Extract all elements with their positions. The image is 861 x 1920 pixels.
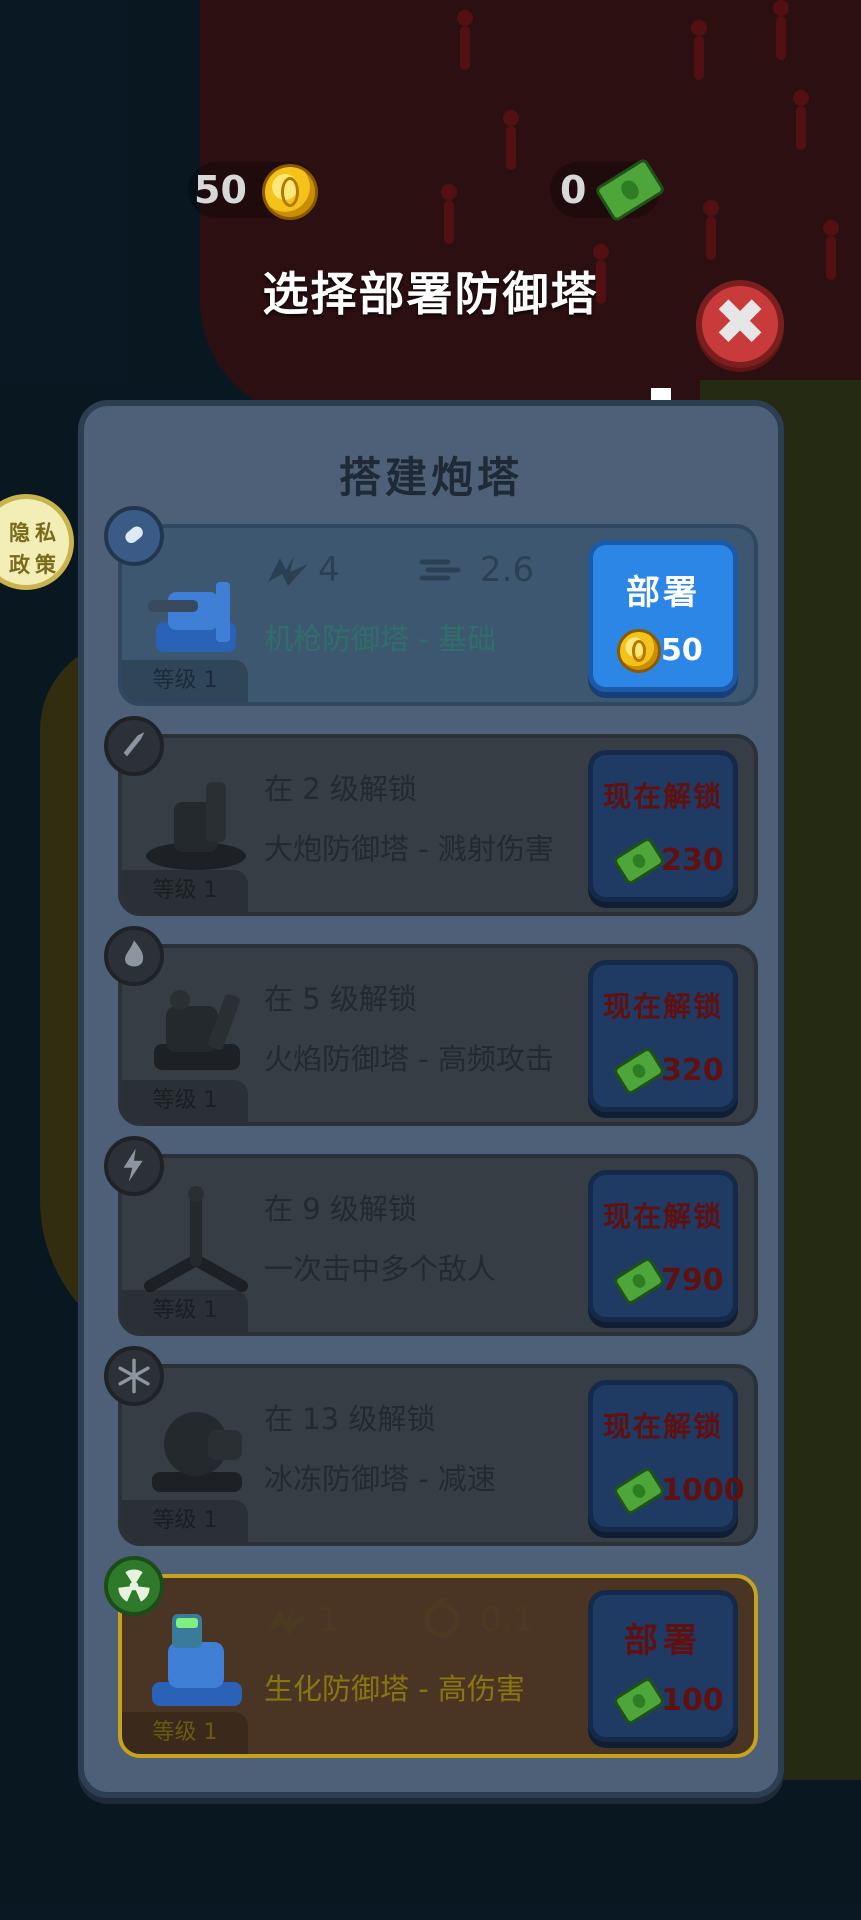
stopwatch-icon (424, 1598, 460, 1638)
deploy-price: 100 (661, 1683, 724, 1718)
machine-gun-turret-icon (148, 582, 236, 652)
unlock-label: 现在解锁 (602, 780, 723, 813)
unlock-price: 320 (661, 1053, 724, 1088)
unlock-label: 现在解锁 (602, 1200, 723, 1233)
coin-icon (617, 629, 661, 673)
unlock-label: 现在解锁 (602, 1410, 723, 1443)
unlock-requirement: 在 9 级解锁 (264, 1192, 417, 1226)
tower-name: 机枪防御塔 - 基础 (264, 622, 496, 656)
unlock-now-button[interactable]: 现在解锁 320 (588, 960, 738, 1112)
tower-card-flame: 等级 1 在 5 级解锁 火焰防御塔 - 高频攻击 现在解锁 320 (104, 926, 758, 1126)
cash-icon (611, 1255, 667, 1307)
close-icon: ✖ (713, 286, 767, 360)
tower-card-tesla: 等级 1 在 9 级解锁 一次击中多个敌人 现在解锁 790 (104, 1136, 758, 1336)
unlock-requirement: 在 13 级解锁 (264, 1402, 436, 1436)
unlock-now-button[interactable]: 现在解锁 230 (588, 750, 738, 902)
unlock-price: 1000 (661, 1473, 745, 1508)
bio-turret-icon (152, 1614, 242, 1706)
tower-level: 等级 1 (122, 870, 248, 912)
tower-name: 冰冻防御塔 - 减速 (264, 1462, 496, 1496)
deploy-label: 部署 (626, 573, 700, 613)
cash-count: 0 (560, 168, 587, 212)
close-button[interactable]: ✖ (696, 280, 784, 368)
unlock-price: 230 (661, 843, 724, 878)
deploy-button[interactable]: 部署 50 (588, 540, 738, 692)
unlock-requirement: 在 2 级解锁 (264, 772, 417, 806)
damage-value: 1 (318, 1600, 340, 1640)
fire-rate-value: 2.6 (480, 550, 535, 590)
cash-icon (611, 1045, 667, 1097)
unlock-price: 790 (661, 1263, 724, 1298)
tower-card-cannon: 等级 1 在 2 级解锁 大炮防御塔 - 溅射伤害 现在解锁 230 (104, 716, 758, 916)
panel-title: 搭建炮塔 (338, 453, 523, 502)
fire-rate-icon (419, 559, 461, 581)
tower-level: 等级 1 (122, 1080, 248, 1122)
flame-turret-icon (154, 990, 240, 1070)
tower-name: 火焰防御塔 - 高频攻击 (264, 1042, 554, 1076)
tower-level: 等级 1 (122, 660, 248, 702)
unlock-label: 现在解锁 (602, 990, 723, 1023)
coin-icon (262, 164, 318, 220)
build-turret-panel: 搭建炮塔 等级 1 4 2.6 机枪防御塔 - 基础 部署 50 等级 1 在 … (78, 400, 784, 1798)
damage-icon (268, 1606, 308, 1636)
tesla-turret-icon (144, 1186, 248, 1292)
tower-card-machine-gun: 等级 1 4 2.6 机枪防御塔 - 基础 部署 50 (104, 506, 758, 706)
unlock-requirement: 在 5 级解锁 (264, 982, 417, 1016)
tower-name: 生化防御塔 - 高伤害 (264, 1672, 525, 1706)
privacy-label-line1: 隐私 (9, 521, 61, 545)
cash-icon (611, 1465, 667, 1517)
deploy-button[interactable]: 部署 100 (588, 1590, 738, 1742)
tower-level: 等级 1 (122, 1500, 248, 1542)
freeze-turret-icon (152, 1412, 242, 1492)
tower-level: 等级 1 (122, 1290, 248, 1332)
unlock-now-button[interactable]: 现在解锁 790 (588, 1170, 738, 1322)
tower-name: 大炮防御塔 - 溅射伤害 (264, 832, 554, 866)
cannon-turret-icon (146, 782, 246, 870)
cash-icon (611, 835, 667, 887)
tower-name: 一次击中多个敌人 (264, 1252, 497, 1286)
cash-icon (611, 1675, 667, 1727)
tower-card-bio: 等级 1 1 0.1 生化防御塔 - 高伤害 部署 100 (104, 1556, 758, 1758)
deploy-price: 50 (661, 633, 703, 668)
deploy-label: 部署 (624, 1621, 702, 1661)
tower-level: 等级 1 (122, 1712, 248, 1754)
unlock-now-button[interactable]: 现在解锁 1000 (588, 1380, 745, 1532)
privacy-label-line2: 政策 (9, 553, 61, 577)
damage-icon (268, 556, 308, 586)
fire-rate-value: 0.1 (480, 1600, 535, 1640)
coin-count: 50 (194, 168, 247, 212)
tower-card-freeze: 等级 1 在 13 级解锁 冰冻防御塔 - 减速 现在解锁 1000 (104, 1346, 758, 1546)
damage-value: 4 (318, 550, 340, 590)
